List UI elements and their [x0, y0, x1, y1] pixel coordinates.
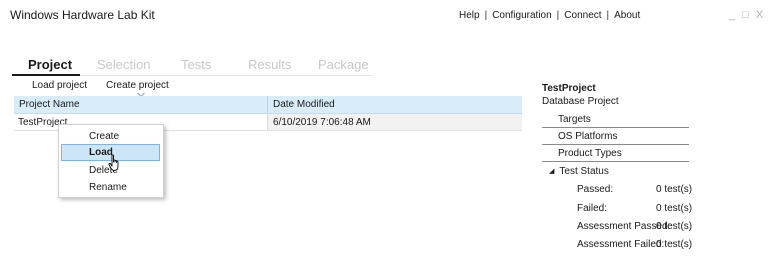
test-status-label: Test Status	[559, 166, 609, 177]
top-nav: Help | Configuration | Connect | About	[459, 10, 640, 21]
collapse-triangle-icon[interactable]: ◢	[549, 167, 554, 175]
menu-item-label: Create	[89, 131, 120, 142]
link-label: Product Types	[558, 148, 622, 159]
stat-value-assessment-passed: 0 test(s)	[656, 221, 693, 232]
nav-configuration[interactable]: Configuration	[492, 10, 551, 21]
column-header-date-modified[interactable]: Date Modified	[273, 99, 335, 110]
nav-help[interactable]: Help	[459, 10, 480, 21]
stat-value-failed: 0 test(s)	[656, 203, 693, 214]
date-modified-cell: 6/10/2019 7:06:48 AM	[273, 117, 371, 128]
nav-separator: |	[484, 10, 488, 21]
nav-separator: |	[606, 10, 610, 21]
column-header-project-name[interactable]: Project Name	[19, 99, 80, 110]
tab-results[interactable]: Results	[248, 57, 291, 72]
menu-item-label: Rename	[89, 182, 127, 193]
nav-about[interactable]: About	[614, 10, 640, 21]
stat-label-failed: Failed:	[577, 203, 608, 214]
stat-label-assessment-failed: Assessment Failed:	[577, 239, 665, 250]
window-controls[interactable]: _ □ X	[729, 9, 765, 21]
nav-separator: |	[556, 10, 560, 21]
stat-value-passed: 0 test(s)	[656, 184, 693, 195]
project-detail-title: TestProject	[542, 83, 596, 94]
test-status-header[interactable]: ◢ Test Status	[549, 166, 609, 177]
menu-item-rename[interactable]: Rename	[61, 179, 159, 195]
link-targets[interactable]: Targets	[542, 111, 689, 128]
tab-package[interactable]: Package	[318, 57, 369, 72]
tab-selection[interactable]: Selection	[97, 57, 150, 72]
stat-value-assessment-failed: 0 test(s)	[656, 239, 693, 250]
load-project-button[interactable]: Load project	[32, 80, 87, 91]
tab-project[interactable]: Project	[28, 57, 72, 72]
app-title: Windows Hardware Lab Kit	[10, 8, 155, 22]
link-os-platforms[interactable]: OS Platforms	[542, 128, 689, 145]
column-divider[interactable]	[267, 96, 268, 113]
project-detail-subtitle: Database Project	[542, 96, 619, 107]
hand-cursor-icon	[108, 154, 119, 171]
menu-item-create[interactable]: Create	[61, 128, 159, 144]
tab-tests[interactable]: Tests	[181, 57, 211, 72]
column-divider	[267, 114, 268, 130]
table-header: Project Name Date Modified	[14, 96, 522, 114]
link-label: OS Platforms	[558, 131, 618, 142]
stat-label-passed: Passed:	[577, 184, 614, 195]
link-product-types[interactable]: Product Types	[542, 145, 689, 162]
nav-connect[interactable]: Connect	[564, 10, 601, 21]
create-project-button[interactable]: Create project	[106, 80, 169, 91]
link-label: Targets	[558, 114, 591, 125]
active-tab-indicator	[12, 74, 80, 76]
